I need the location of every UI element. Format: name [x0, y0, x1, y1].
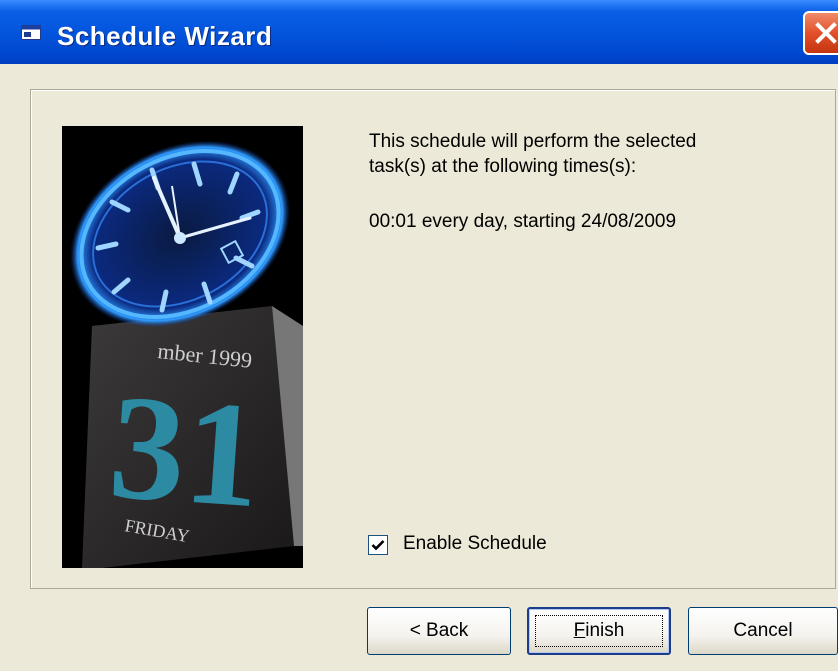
title-bar[interactable]: Schedule Wizard	[0, 0, 838, 64]
back-button-label: < Back	[409, 620, 469, 641]
calendar-day-number: 31	[105, 363, 266, 539]
wizard-image: mber 1999 31 FRIDAY	[62, 126, 303, 568]
close-icon	[815, 22, 837, 44]
cancel-button[interactable]: Cancel	[688, 607, 838, 655]
close-button[interactable]	[803, 11, 838, 55]
focus-rectangle	[535, 615, 663, 647]
cancel-button-label: Cancel	[733, 620, 793, 641]
clock-calendar-illustration: mber 1999 31 FRIDAY	[62, 126, 303, 568]
checkmark-icon	[371, 540, 385, 551]
schedule-time-text: 00:01 every day, starting 24/08/2009	[369, 211, 677, 232]
schedule-description: This schedule will perform the selected …	[369, 129, 789, 179]
enable-schedule-checkbox[interactable]	[368, 535, 388, 555]
back-button[interactable]: < Back	[367, 607, 511, 655]
window-title: Schedule Wizard	[57, 21, 273, 51]
description-line-1: This schedule will perform the selected	[369, 131, 697, 152]
window-icon	[21, 25, 41, 40]
enable-schedule-label[interactable]: Enable Schedule	[403, 533, 547, 555]
description-line-2: task(s) at the following times(s):	[369, 156, 637, 177]
finish-button[interactable]: Finish	[527, 607, 671, 655]
